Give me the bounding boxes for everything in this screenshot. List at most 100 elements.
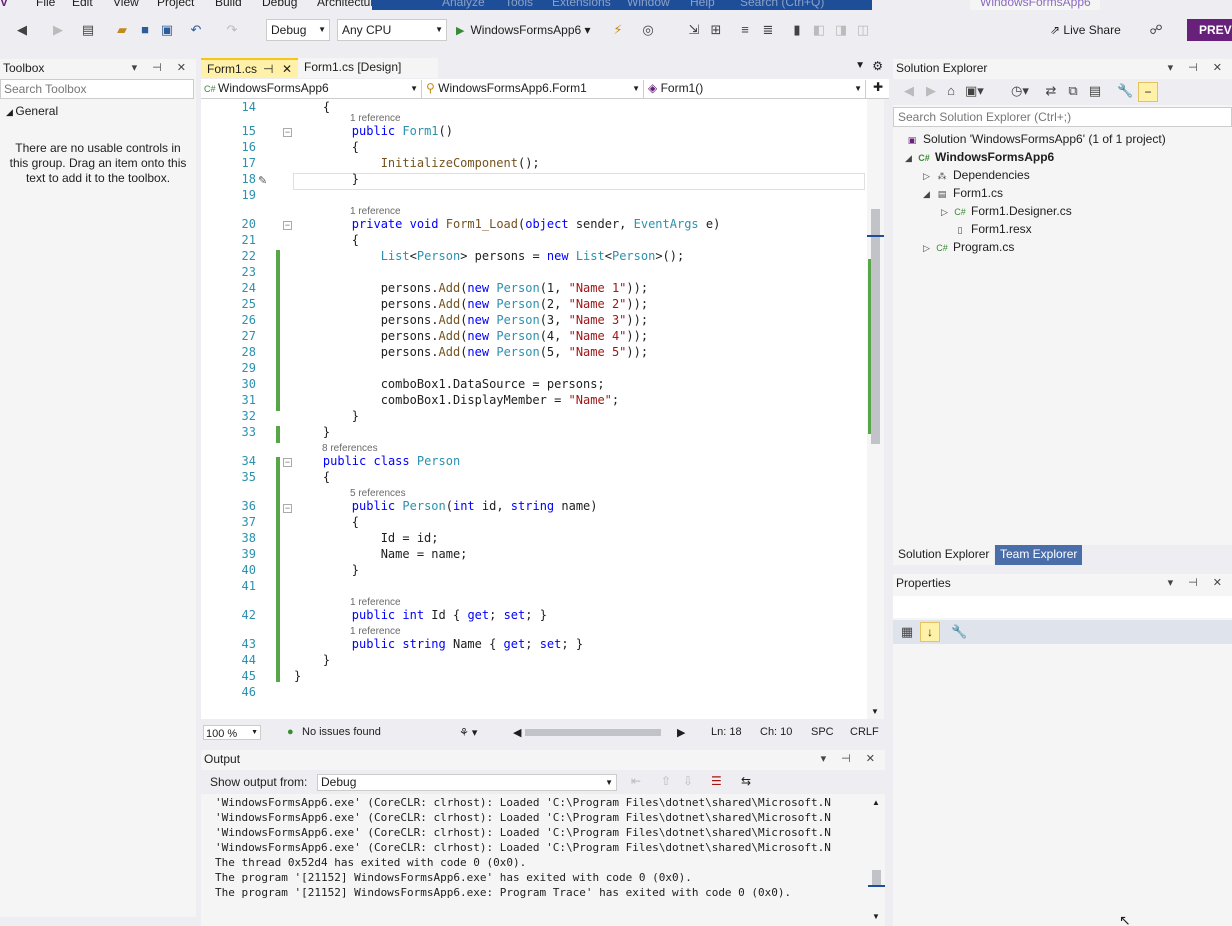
- horizontal-scroll-thumb[interactable]: [525, 729, 661, 736]
- forward-icon[interactable]: ▶: [923, 83, 939, 99]
- code-line[interactable]: 27 persons.Add(new Person(4, "Name 4"));: [201, 328, 867, 344]
- whitespace-status[interactable]: SPC: [811, 726, 834, 738]
- code-line[interactable]: 22 List<Person> persons = new List<Perso…: [201, 248, 867, 264]
- save-icon[interactable]: ■: [137, 22, 153, 38]
- new-item-icon[interactable]: ▤: [80, 22, 96, 38]
- tab-team-explorer[interactable]: Team Explorer: [995, 545, 1083, 565]
- feedback-icon[interactable]: ☍: [1148, 22, 1164, 38]
- code-line[interactable]: 45}: [201, 668, 867, 684]
- word-wrap-icon[interactable]: ⇆: [741, 774, 751, 788]
- code-line[interactable]: 19: [201, 187, 867, 203]
- menu-analyze[interactable]: Analyze: [442, 0, 485, 9]
- layout-icon[interactable]: ⊞: [708, 22, 724, 38]
- clear-all-icon[interactable]: ☰: [711, 774, 722, 788]
- home-icon[interactable]: ⌂: [943, 83, 959, 99]
- browser-link-icon[interactable]: ◎: [640, 22, 656, 38]
- tree-program-cs[interactable]: ▷ C# Program.cs: [923, 238, 1014, 256]
- tab-solution-explorer[interactable]: Solution Explorer: [893, 545, 995, 565]
- codelens-references[interactable]: 1 reference: [350, 206, 401, 218]
- toolbox-search-input[interactable]: Search Toolbox: [0, 79, 194, 99]
- scrollbar-thumb[interactable]: [872, 870, 881, 886]
- panel-buttons[interactable]: ▾ ⊣ ✕: [821, 750, 881, 768]
- code-cleanup-icon[interactable]: ⚘ ▾: [459, 726, 477, 739]
- output-scrollbar[interactable]: ▲ ▼: [868, 794, 885, 926]
- pin-icon[interactable]: ⊣: [263, 60, 273, 78]
- tab-form1-design[interactable]: Form1.cs [Design]: [298, 58, 438, 78]
- menu-help[interactable]: Help: [690, 0, 715, 9]
- panel-buttons[interactable]: ▾ ⊣ ✕: [132, 59, 192, 77]
- code-line[interactable]: 26 persons.Add(new Person(3, "Name 3"));: [201, 312, 867, 328]
- scroll-right-icon[interactable]: ▶: [677, 726, 685, 739]
- property-pages-icon[interactable]: 🔧: [951, 624, 967, 640]
- tree-solution[interactable]: ▣ Solution 'WindowsFormsApp6' (1 of 1 pro…: [905, 130, 1166, 148]
- issues-status[interactable]: No issues found: [302, 726, 381, 738]
- preview-badge[interactable]: PREVI: [1187, 19, 1232, 41]
- code-line[interactable]: 43 public string Name { get; set; }: [201, 636, 867, 652]
- code-line[interactable]: 35 {: [201, 469, 867, 485]
- menu-debug[interactable]: Debug: [262, 0, 297, 9]
- properties-wrench-icon[interactable]: 🔧: [1117, 83, 1133, 99]
- code-line[interactable]: 30 comboBox1.DataSource = persons;: [201, 376, 867, 392]
- prev-bookmark-icon[interactable]: ◧: [811, 22, 827, 38]
- back-icon[interactable]: ◀: [901, 83, 917, 99]
- zoom-select[interactable]: 100 % ▼: [203, 725, 261, 740]
- solution-search-input[interactable]: Search Solution Explorer (Ctrl+;): [893, 107, 1232, 127]
- menu-file[interactable]: File: [36, 0, 55, 9]
- code-editor[interactable]: ✎ − − − − 14 {15 public Form1() 16 {17 In…: [201, 99, 867, 719]
- categorized-icon[interactable]: ▦: [899, 624, 915, 640]
- open-file-icon[interactable]: ▰: [114, 22, 130, 38]
- navigate-forward-icon[interactable]: ▶: [50, 22, 66, 38]
- output-source-select[interactable]: Debug ▼: [317, 774, 617, 791]
- code-line[interactable]: 38 Id = id;: [201, 530, 867, 546]
- properties-object-select[interactable]: [893, 596, 1232, 618]
- tree-dependencies[interactable]: ▷ ⁂ Dependencies: [923, 166, 1030, 184]
- start-debugging-button[interactable]: ▶ WindowsFormsApp6 ▾: [456, 23, 591, 37]
- alphabetical-icon[interactable]: ↓: [920, 622, 940, 642]
- prev-message-icon[interactable]: ⇧: [661, 774, 671, 788]
- step-icon[interactable]: ⇲: [686, 22, 702, 38]
- menu-build[interactable]: Build: [215, 0, 242, 9]
- scrollbar-thumb[interactable]: [871, 209, 880, 444]
- gear-icon[interactable]: ⚙: [872, 59, 883, 73]
- menu-window[interactable]: Window: [627, 0, 670, 9]
- code-line[interactable]: 42 public int Id { get; set; }: [201, 607, 867, 623]
- line-ending-status[interactable]: CRLF: [850, 726, 879, 738]
- tree-form1-resx[interactable]: ▯ Form1.resx: [953, 220, 1032, 238]
- menu-extensions[interactable]: Extensions: [552, 0, 611, 9]
- codelens-references[interactable]: 1 reference: [350, 626, 401, 638]
- collapse-all-icon[interactable]: ⧉: [1065, 83, 1081, 99]
- tab-overflow-icon[interactable]: ▼: [855, 60, 865, 71]
- menu-view[interactable]: View: [113, 0, 139, 9]
- editor-vertical-scrollbar[interactable]: ▼: [867, 99, 884, 719]
- live-share-button[interactable]: ⇗ Live Share: [1050, 23, 1121, 37]
- redo-icon[interactable]: ↷: [224, 22, 240, 38]
- class-dropdown[interactable]: ⚲ WindowsFormsApp6.Form1 ▼: [426, 80, 644, 98]
- show-all-files-icon[interactable]: ▤: [1087, 83, 1103, 99]
- close-icon[interactable]: ✕: [282, 60, 292, 78]
- tree-form1-cs[interactable]: ◢ ▤ Form1.cs: [923, 184, 1003, 202]
- output-text[interactable]: 'WindowsFormsApp6.exe' (CoreCLR: clrhost…: [215, 795, 870, 925]
- pending-changes-icon[interactable]: ◷▾: [1011, 83, 1029, 99]
- code-line[interactable]: 40 }: [201, 562, 867, 578]
- uncomment-icon[interactable]: ≣: [760, 22, 776, 38]
- code-line[interactable]: 21 {: [201, 232, 867, 248]
- code-line[interactable]: 32 }: [201, 408, 867, 424]
- code-line[interactable]: 23: [201, 264, 867, 280]
- code-line[interactable]: 44 }: [201, 652, 867, 668]
- code-line[interactable]: 29: [201, 360, 867, 376]
- tree-project[interactable]: ◢ C# WindowsFormsApp6: [905, 148, 1054, 166]
- switch-views-icon[interactable]: ▣▾: [965, 83, 984, 99]
- code-line[interactable]: 14 {: [201, 99, 867, 115]
- preview-selected-icon[interactable]: −: [1138, 82, 1158, 102]
- scroll-left-icon[interactable]: ◀: [513, 726, 521, 739]
- find-message-icon[interactable]: ⇤: [631, 774, 641, 788]
- code-line[interactable]: 24 persons.Add(new Person(1, "Name 1"));: [201, 280, 867, 296]
- code-line[interactable]: 37 {: [201, 514, 867, 530]
- code-line[interactable]: 31 comboBox1.DisplayMember = "Name";: [201, 392, 867, 408]
- hot-reload-icon[interactable]: ⚡: [610, 22, 626, 38]
- code-line[interactable]: 36 public Person(int id, string name): [201, 498, 867, 514]
- navigate-back-icon[interactable]: ◀: [14, 22, 30, 38]
- menu-tools[interactable]: Tools: [505, 0, 533, 9]
- platform-select[interactable]: Any CPU ▼: [337, 19, 447, 41]
- toolbox-group-general[interactable]: ◢ General: [6, 104, 58, 118]
